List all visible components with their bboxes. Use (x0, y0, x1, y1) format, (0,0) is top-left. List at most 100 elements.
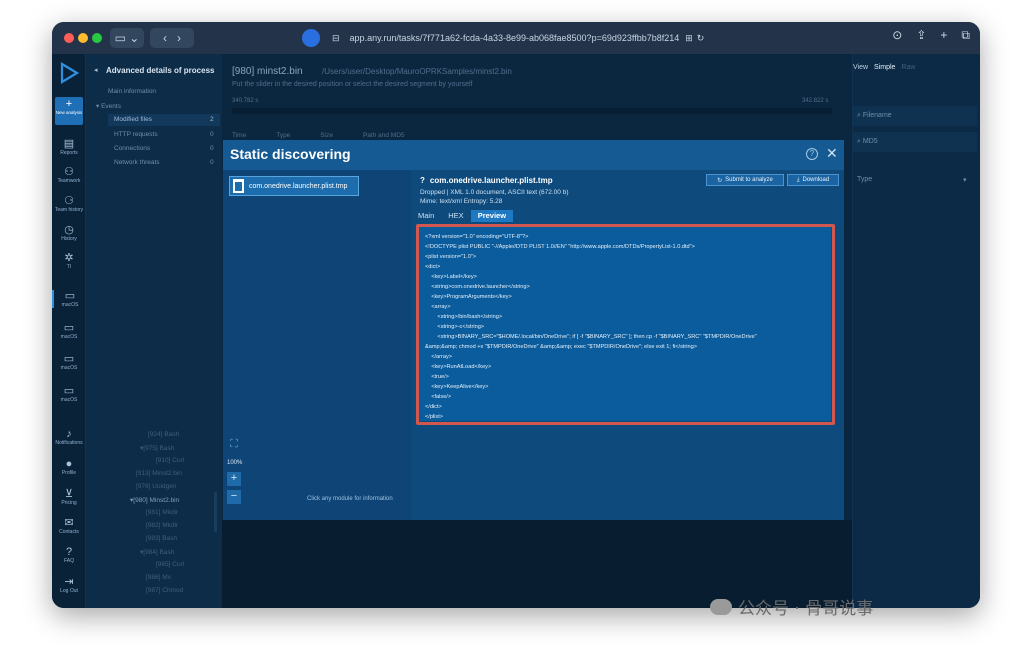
help-icon[interactable]: ? (806, 148, 818, 160)
laptop-icon: ▭ (64, 290, 76, 302)
view-raw[interactable]: Raw (901, 64, 915, 71)
new-tab-icon[interactable]: + (940, 28, 947, 43)
view-simple[interactable]: Simple (874, 64, 895, 71)
time-right: 342.822 s (802, 98, 829, 104)
reports-icon: ▤ (63, 138, 75, 150)
rail-history[interactable]: ◷ History (52, 224, 86, 242)
main-information-link[interactable]: Main information (108, 88, 156, 95)
list-item[interactable]: [910] Curl (156, 457, 184, 464)
tab-preview[interactable]: Preview (470, 210, 514, 222)
time-left: 340.782 s (232, 98, 259, 104)
new-analysis-button[interactable]: + New analysis (55, 97, 83, 125)
team-icon: ⚇ (64, 166, 74, 178)
list-item[interactable]: [987] Chmod (146, 587, 183, 594)
timeline-slider[interactable] (232, 108, 832, 114)
back-chevron-icon[interactable]: ◂ (94, 66, 98, 74)
toolbar-right: ⊙ ⇪ + ⧉ (892, 28, 970, 43)
list-item[interactable]: [913] Minst2.bin (136, 470, 182, 477)
ti-icon: ✲ (64, 252, 74, 264)
reload-icon[interactable]: ↻ (697, 33, 705, 44)
view-switch: View Simple Raw (853, 64, 915, 71)
list-item[interactable]: [981] Mkdir (146, 509, 178, 516)
avatar: ● (65, 458, 73, 470)
rail-macos-4[interactable]: ▭ macOS (52, 385, 86, 403)
rail-faq[interactable]: ? FAQ (52, 546, 86, 564)
side-row-label[interactable]: Connections (114, 145, 150, 152)
rail-notifications[interactable]: ♪ Notifications (52, 428, 86, 446)
download-icon[interactable]: ⊙ (892, 28, 902, 43)
file-meta-type: Dropped | XML 1.0 document, ASCII text (… (420, 189, 569, 196)
rail-teamwork[interactable]: ⚇ Teamwork (52, 166, 86, 184)
scrollbar[interactable] (214, 492, 217, 532)
filename-label: ⌕ Filename (857, 112, 892, 119)
list-item[interactable]: [982] Mkdir (146, 522, 178, 529)
zoom-in-button[interactable]: + (227, 472, 241, 486)
tabs-overview-icon[interactable]: ⧉ (961, 28, 970, 43)
rail-contacts[interactable]: ✉ Contacts (52, 517, 86, 535)
url-text: app.any.run/tasks/7f771a62-fcda-4a33-8e9… (349, 33, 680, 43)
static-discovering-modal: Static discovering ? ✕ com.onedrive.laun… (223, 140, 844, 520)
list-item[interactable]: ▾[975] Bash (140, 444, 174, 452)
side-row-count: 0 (210, 159, 214, 166)
list-item[interactable]: [986] Mv (146, 574, 171, 581)
question-icon: ? (420, 176, 425, 185)
download-button[interactable]: ⤓ Download (787, 174, 839, 186)
file-node[interactable]: com.onedrive.launcher.plist.tmp (229, 176, 359, 196)
file-details: ? com.onedrive.launcher.plist.tmp Dropped… (411, 170, 844, 520)
close-icon[interactable]: ✕ (826, 145, 838, 162)
events-toggle[interactable]: ▾ Events (96, 102, 121, 110)
modal-header: Static discovering ? ✕ (223, 140, 844, 170)
table-header: Time Type Size Path and MD5 (232, 132, 405, 139)
laptop-icon: ▭ (63, 385, 75, 397)
rail-ti[interactable]: ✲ TI (52, 252, 86, 270)
rail-pricing[interactable]: ⊻ Pricing (52, 488, 86, 506)
laptop-icon: ▭ (63, 353, 75, 365)
zoom-window-button[interactable] (92, 33, 102, 43)
translate-icon[interactable]: ⊞ (685, 33, 693, 44)
address-bar[interactable]: ⊟ app.any.run/tasks/7f771a62-fcda-4a33-8… (332, 27, 732, 49)
page-settings-icon[interactable]: ⊟ (332, 33, 340, 44)
left-rail: + New analysis ▤ Reports ⚇ Teamwork ⚆ Team … (52, 54, 86, 608)
list-item[interactable]: ▾[984] Bash (140, 548, 174, 556)
col-size: Size (320, 132, 333, 139)
zoom-out-button[interactable]: − (227, 490, 241, 504)
share-icon[interactable]: ⇪ (916, 28, 926, 43)
col-type: Type (276, 132, 291, 139)
zoom-level: 100% (227, 460, 243, 466)
file-title: ? com.onedrive.launcher.plist.tmp (420, 176, 553, 185)
chevron-down-icon[interactable]: ▾ (963, 176, 967, 184)
side-row-count: 0 (210, 145, 214, 152)
minimize-window-button[interactable] (78, 33, 88, 43)
type-select[interactable]: Type (857, 176, 872, 183)
list-item[interactable]: [976] Uuidgen (136, 483, 177, 490)
side-row-label: Modified files (114, 116, 152, 123)
download-icon: ⤓ (796, 176, 800, 183)
rail-logout[interactable]: ⇥ Log Out (52, 576, 86, 594)
list-item[interactable]: [983] Bash (146, 535, 177, 542)
anyrun-logo-icon (60, 62, 79, 84)
mail-icon: ✉ (64, 517, 74, 529)
tab-main[interactable]: Main (411, 210, 441, 222)
nav-back-forward[interactable]: ‹ › (150, 28, 194, 48)
fit-screen-icon[interactable]: ⛶ (227, 438, 241, 452)
click-hint: Click any module for information (307, 496, 393, 502)
list-item[interactable]: [924] Bash (148, 431, 179, 438)
site-favicon-icon (302, 29, 320, 47)
panel-title: Advanced details of process (106, 66, 215, 75)
rail-reports[interactable]: ▤ Reports (52, 138, 86, 156)
detail-tabs: Main HEX Preview (411, 210, 514, 222)
list-item[interactable]: [985] Curl (156, 561, 184, 568)
sidebar-toggle-icon[interactable]: ▭ ⌄ (110, 28, 144, 48)
rail-macos-3[interactable]: ▭ macOS (52, 353, 86, 371)
close-window-button[interactable] (64, 33, 74, 43)
file-meta-mime: Mime: text/xml Entropy: 5.28 (420, 198, 503, 205)
list-item-selected[interactable]: ▾[980] Minst2.bin (130, 496, 179, 504)
rail-macos-2[interactable]: ▭ macOS (52, 322, 86, 340)
rail-macos-1[interactable]: ▭ macOS (52, 290, 86, 308)
rail-profile[interactable]: ● Profile (52, 458, 86, 476)
side-row-label[interactable]: Network threats (114, 159, 160, 166)
submit-to-analyze-button[interactable]: ↻ Submit to analyze (706, 174, 784, 186)
rail-team-history[interactable]: ⚆ Team history (52, 195, 86, 213)
tab-hex[interactable]: HEX (441, 210, 470, 222)
side-row-label[interactable]: HTTP requests (114, 131, 158, 138)
